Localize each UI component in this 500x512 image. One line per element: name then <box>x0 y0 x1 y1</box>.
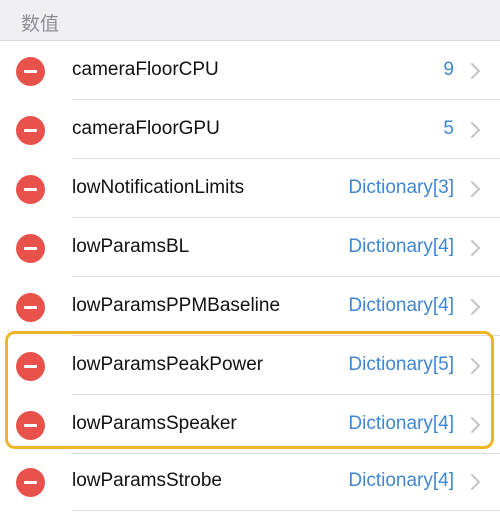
delete-minus-icon[interactable] <box>16 57 45 86</box>
list-row-cameraFloorGPU[interactable]: cameraFloorGPU 5 <box>0 100 500 159</box>
chevron-right-icon <box>470 180 481 198</box>
chevron-right-icon <box>470 62 481 80</box>
delete-minus-icon[interactable] <box>16 468 45 497</box>
row-key: lowNotificationLimits <box>72 177 245 198</box>
list-row-cameraFloorCPU[interactable]: cameraFloorCPU 9 <box>0 41 500 100</box>
delete-minus-icon[interactable] <box>16 175 45 204</box>
list-row-lowNotificationLimits[interactable]: lowNotificationLimits Dictionary[3] <box>0 159 500 218</box>
chevron-right-icon <box>470 121 481 139</box>
section-title: 数值 <box>21 14 60 35</box>
chevron-right-icon <box>470 416 481 434</box>
row-key: lowParamsSpeaker <box>72 413 237 434</box>
row-value: Dictionary[3] <box>348 177 454 198</box>
row-key: lowParamsPeakPower <box>72 354 264 375</box>
row-value: 9 <box>443 59 454 80</box>
row-key: lowParamsStrobe <box>72 470 222 491</box>
row-value: Dictionary[4] <box>348 236 454 257</box>
delete-minus-icon[interactable] <box>16 234 45 263</box>
row-separator <box>72 510 500 511</box>
chevron-right-icon <box>470 298 481 316</box>
list-row-lowParamsPPMBaseline[interactable]: lowParamsPPMBaseline Dictionary[4] <box>0 277 500 336</box>
row-key: cameraFloorGPU <box>72 118 220 139</box>
row-value: Dictionary[5] <box>348 354 454 375</box>
section-header: 数值 <box>0 0 500 41</box>
delete-minus-icon[interactable] <box>16 116 45 145</box>
row-value: Dictionary[4] <box>348 470 454 491</box>
list-row-lowParamsBL[interactable]: lowParamsBL Dictionary[4] <box>0 218 500 277</box>
delete-minus-icon[interactable] <box>16 293 45 322</box>
delete-minus-icon[interactable] <box>16 411 45 440</box>
delete-minus-icon[interactable] <box>16 352 45 381</box>
row-value: 5 <box>443 118 454 139</box>
chevron-right-icon <box>470 357 481 375</box>
list-row-lowParamsSpeaker[interactable]: lowParamsSpeaker Dictionary[4] <box>0 395 500 454</box>
chevron-right-icon <box>470 239 481 257</box>
row-key: cameraFloorCPU <box>72 59 219 80</box>
row-key: lowParamsBL <box>72 236 190 257</box>
list-row-lowParamsStrobe[interactable]: lowParamsStrobe Dictionary[4] <box>0 452 500 511</box>
row-key: lowParamsPPMBaseline <box>72 295 281 316</box>
list-row-lowParamsPeakPower[interactable]: lowParamsPeakPower Dictionary[5] <box>0 336 500 395</box>
row-value: Dictionary[4] <box>348 413 454 434</box>
row-value: Dictionary[4] <box>348 295 454 316</box>
chevron-right-icon <box>470 473 481 491</box>
